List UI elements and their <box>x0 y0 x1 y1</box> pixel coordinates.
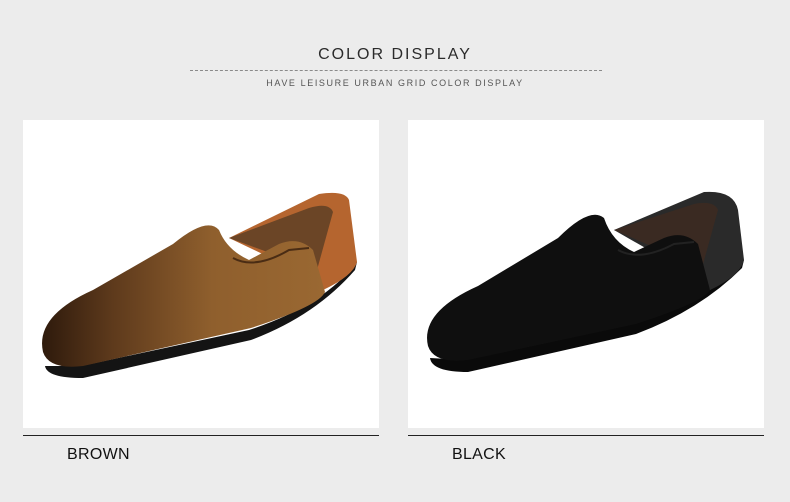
title-divider <box>190 70 602 71</box>
product-image-brown[interactable] <box>23 120 379 428</box>
page-subtitle: HAVE LEISURE URBAN GRID COLOR DISPLAY <box>266 78 524 88</box>
product-image-black[interactable] <box>408 120 764 428</box>
page-title: COLOR DISPLAY <box>318 46 472 63</box>
color-label-black: BLACK <box>452 446 506 463</box>
brown-loafer-illustration <box>42 192 357 378</box>
brown-divider <box>23 435 379 436</box>
color-label-brown: BROWN <box>67 446 130 463</box>
black-divider <box>408 435 764 436</box>
black-loafer-illustration <box>427 191 744 372</box>
